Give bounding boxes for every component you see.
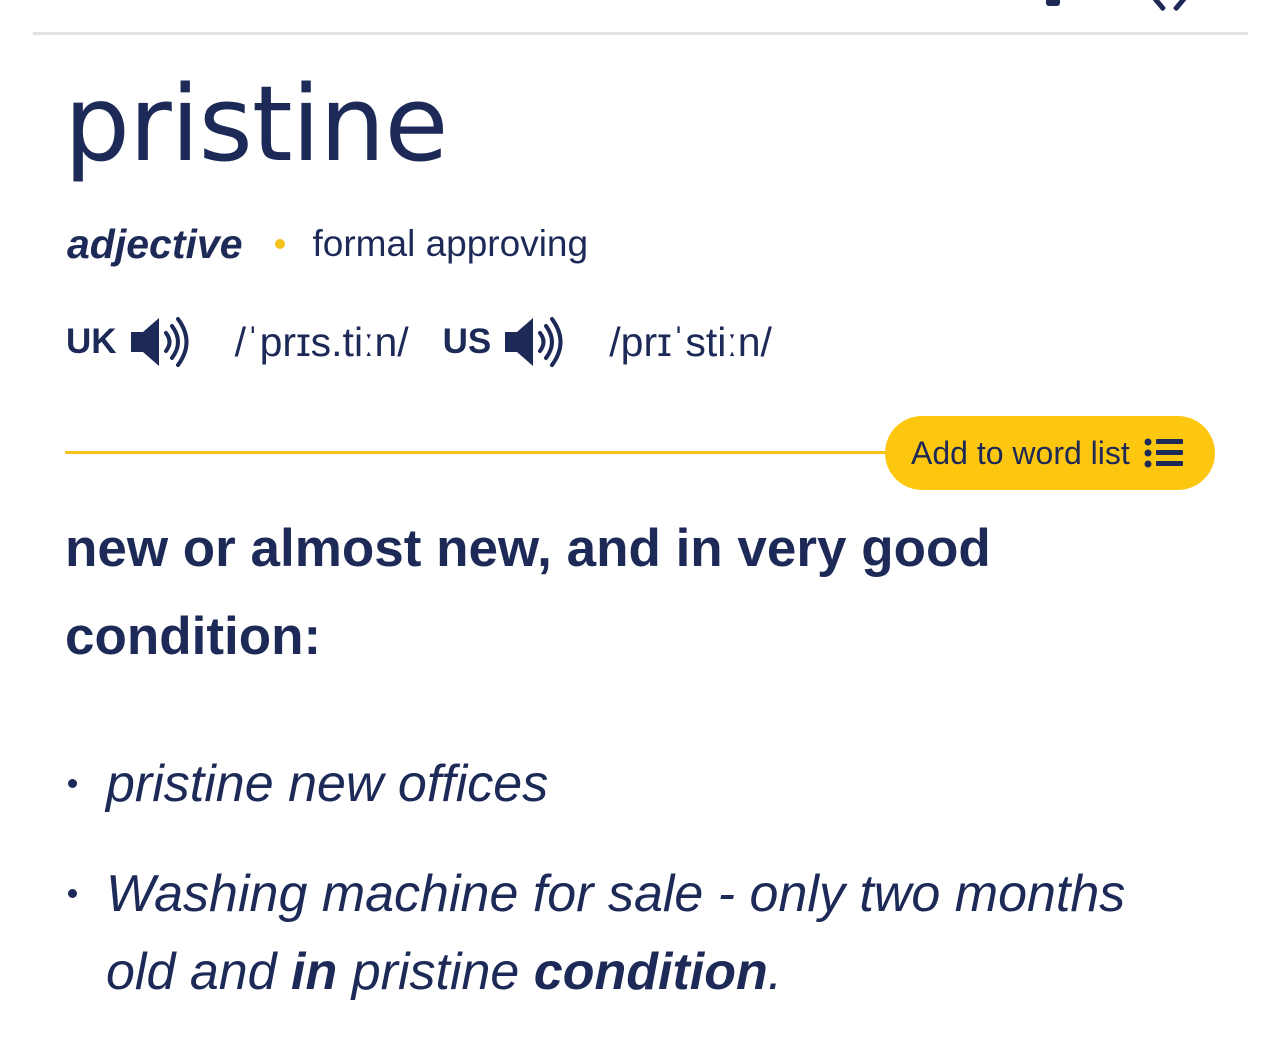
- definition-text: new or almost new, and in very good cond…: [65, 519, 991, 666]
- header-icon-cutoff[interactable]: [1046, 0, 1060, 6]
- dictionary-entry-page: pristine adjective formal approving UK /…: [0, 0, 1280, 1039]
- example-collocation-bold: condition: [533, 943, 768, 1001]
- region-label-us: US: [442, 322, 492, 361]
- list-icon: [1144, 437, 1184, 469]
- header-divider: [33, 32, 1248, 35]
- region-label-uk: UK: [66, 322, 117, 361]
- separator-dot: [274, 239, 285, 249]
- usage-labels: formal approving: [312, 223, 589, 264]
- sense-divider: [65, 451, 905, 454]
- part-of-speech: adjective: [67, 220, 243, 267]
- example-text: pristine: [337, 943, 534, 1001]
- example-list: pristine new offices Washing machine for…: [60, 745, 1160, 1011]
- add-to-word-list-label: Add to word list: [911, 434, 1130, 471]
- example-sentence: pristine new offices: [60, 745, 1160, 823]
- example-text: .: [767, 943, 783, 1001]
- headword: pristine: [64, 63, 448, 185]
- pronunciation-line: UK /ˈprɪs.tiːn/ US /prɪˈstiːn/: [66, 312, 772, 372]
- speaker-icon[interactable]: [129, 314, 191, 370]
- ipa-uk: /ˈprɪs.tiːn/: [234, 318, 409, 365]
- example-text: pristine new offices: [106, 755, 549, 813]
- example-sentence: Washing machine for sale - only two mont…: [60, 855, 1160, 1011]
- example-collocation-bold: in: [291, 943, 338, 1001]
- speaker-icon[interactable]: [503, 314, 565, 370]
- close-icon[interactable]: [1144, 0, 1196, 8]
- grammar-line: adjective formal approving: [67, 218, 588, 270]
- ipa-us: /prɪˈstiːn/: [609, 318, 772, 365]
- header-icons-remnant: [1040, 0, 1200, 8]
- add-to-word-list-button[interactable]: Add to word list: [885, 416, 1215, 490]
